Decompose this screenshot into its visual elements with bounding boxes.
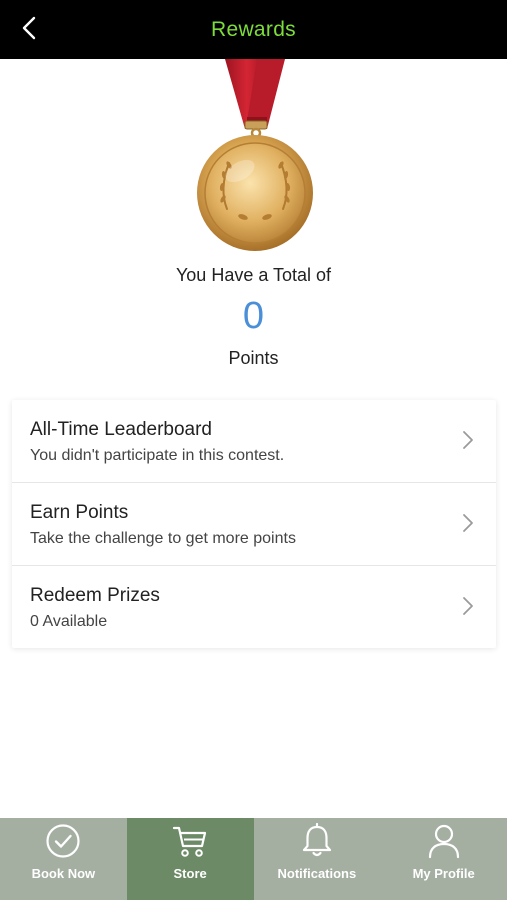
tab-label: My Profile (412, 866, 475, 881)
tab-store[interactable]: Store (126, 818, 254, 900)
bottom-tab-bar: Book Now Store Notifications My Profile (0, 818, 507, 900)
chevron-right-icon (463, 514, 473, 532)
medal-image (185, 59, 325, 259)
user-icon (428, 824, 459, 859)
menu-item-title: Earn Points (30, 502, 129, 523)
menu-item-subtitle: 0 Available (30, 613, 108, 630)
page-title: Rewards (211, 17, 296, 41)
check-circle-icon (46, 824, 80, 858)
points-total-label: You Have a Total of (175, 265, 332, 285)
tab-my-profile[interactable]: My Profile (380, 818, 507, 900)
menu-item-leaderboard[interactable]: All-Time Leaderboard You didn't particip… (12, 400, 496, 483)
menu-item-title: Redeem Prizes (30, 585, 160, 606)
tab-book-now[interactable]: Book Now (0, 818, 127, 900)
menu-item-title: All-Time Leaderboard (30, 419, 212, 440)
bell-icon (302, 822, 331, 857)
tab-notifications[interactable]: Notifications (254, 818, 381, 900)
points-unit-label: Points (228, 348, 279, 368)
chevron-left-icon (22, 16, 36, 40)
tab-label: Store (173, 866, 207, 881)
back-button[interactable] (14, 12, 44, 44)
menu-item-earn-points[interactable]: Earn Points Take the challenge to get mo… (12, 483, 496, 566)
rewards-screen: Rewards You Have a Total of 0 Points All… (0, 0, 507, 900)
menu-item-subtitle: Take the challenge to get more points (30, 530, 296, 547)
tab-label: Book Now (31, 866, 96, 881)
tab-label: Notifications (277, 866, 357, 881)
chevron-right-icon (463, 597, 473, 615)
rewards-menu-card: All-Time Leaderboard You didn't particip… (12, 400, 496, 648)
chevron-right-icon (463, 431, 473, 449)
points-value: 0 (242, 295, 265, 337)
menu-item-redeem-prizes[interactable]: Redeem Prizes 0 Available (12, 566, 496, 648)
menu-item-subtitle: You didn't participate in this contest. (30, 447, 285, 464)
cart-icon (173, 826, 207, 857)
app-header: Rewards (0, 0, 507, 59)
medal-icon (197, 59, 313, 251)
